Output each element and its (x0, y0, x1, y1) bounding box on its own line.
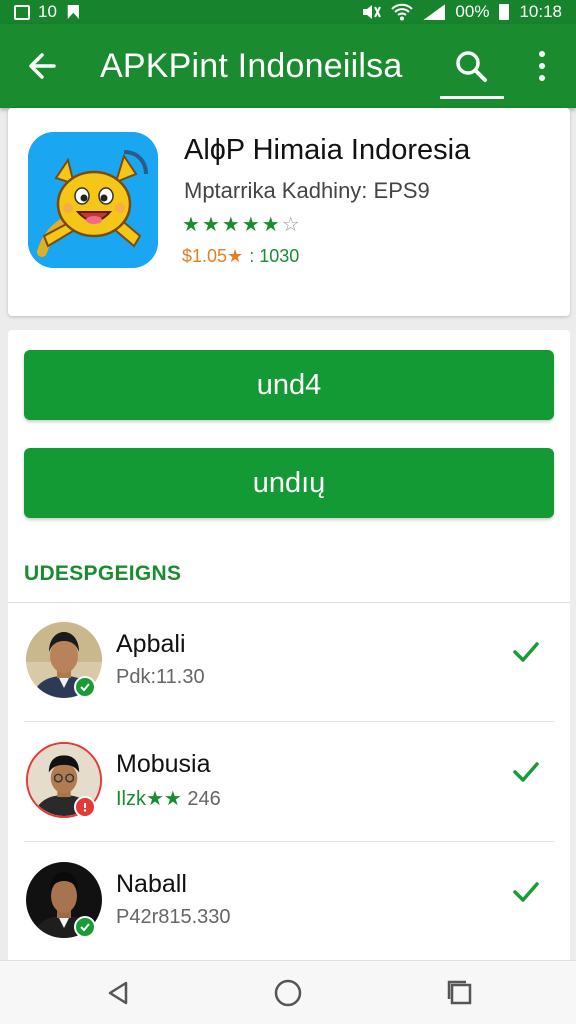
toolbar: APKPint Indoneiilsa (0, 24, 576, 108)
list-item[interactable]: Apbali Pdk:11.30 (8, 604, 570, 722)
star-filled-icon: ★ (221, 214, 240, 236)
nav-recents-button[interactable] (440, 973, 480, 1013)
notification-icon (14, 4, 30, 20)
arrow-left-icon (29, 53, 56, 79)
check-button[interactable] (508, 874, 544, 910)
star-filled-icon: ★ (261, 214, 280, 236)
square-recents-icon (447, 980, 472, 1005)
main-card: und4 undıų UDESPGEIGNS Apbali Pdk:11.30 (8, 330, 570, 970)
check-icon (513, 642, 539, 662)
star-filled-icon: ★ (201, 214, 220, 236)
status-time: 10:18 (519, 2, 562, 21)
app-price: $1.05★ (182, 246, 244, 266)
app-meta: $1.05★: 1030 (182, 246, 299, 267)
star-empty-icon: ☆ (281, 214, 300, 236)
status-left-text: 10 (38, 2, 57, 21)
search-underline (440, 96, 504, 99)
list-item-name: Mobusia (116, 750, 211, 778)
list-item-subtitle: Pdk:11.30 (116, 666, 205, 689)
check-button[interactable] (508, 754, 544, 790)
primary-action-button[interactable]: und4 (24, 350, 554, 420)
nav-back-button[interactable] (98, 973, 138, 1013)
signal-icon (423, 4, 446, 20)
status-left: 10 (14, 2, 79, 22)
divider (24, 721, 554, 722)
app-card: AlɸP Himaia Indoresia Mptarrika Kadhiny:… (8, 108, 570, 316)
check-small-icon (80, 683, 90, 692)
nav-home-button[interactable] (268, 973, 308, 1013)
star-filled-icon: ★ (182, 214, 200, 236)
flag-icon (67, 5, 79, 19)
list-item-sub-green: Ilzk★★ (116, 788, 182, 810)
more-options-button[interactable] (520, 24, 564, 108)
list-item-sub-text: 246 (181, 788, 221, 810)
list-item-subtitle: Ilzk★★ 246 (116, 786, 221, 811)
check-icon (513, 762, 539, 782)
dot-icon (539, 51, 545, 57)
check-button[interactable] (508, 634, 544, 670)
app-name: AlɸP Himaia Indoresia (184, 134, 471, 166)
list-item-subtitle: P42r815.330 (116, 906, 231, 929)
app-developer[interactable]: Mptarrika Kadhiny: EPS9 (184, 178, 430, 204)
list-item-sub-text: P42r815.330 (116, 906, 231, 928)
list-item[interactable]: Naball P42r815.330 (8, 844, 570, 962)
mute-icon (363, 5, 382, 19)
battery-percent: 00% (455, 2, 490, 21)
status-right: 00% 10:18 (361, 2, 562, 22)
list-item-name: Apbali (116, 630, 186, 658)
search-icon (456, 51, 487, 82)
dot-icon (539, 75, 545, 81)
dot-icon (539, 63, 545, 69)
navigation-bar (0, 960, 576, 1024)
star-filled-icon: ★ (241, 214, 260, 236)
toolbar-title: APKPint Indoneiilsa (100, 46, 403, 85)
alert-small-icon (83, 803, 87, 812)
section-heading: UDESPGEIGNS (24, 562, 182, 585)
list-item-sub-text: Pdk:11.30 (116, 666, 205, 688)
wifi-icon (391, 3, 414, 21)
circle-home-icon (274, 979, 302, 1007)
back-button[interactable] (0, 24, 84, 108)
battery-icon (499, 4, 510, 20)
divider (8, 602, 570, 603)
cartoon-cat-icon (28, 132, 158, 268)
divider (24, 841, 554, 842)
status-badge (74, 796, 96, 818)
status-badge (74, 676, 96, 698)
app-count: : 1030 (249, 246, 300, 266)
triangle-back-icon (108, 981, 128, 1005)
check-icon (513, 882, 539, 902)
app-icon[interactable] (28, 132, 158, 268)
status-bar: 10 00% 10:18 (0, 0, 576, 24)
secondary-action-button[interactable]: undıų (24, 448, 554, 518)
status-badge (74, 916, 96, 938)
app-rating-stars: ★ ★ ★ ★ ★ ☆ (182, 214, 300, 236)
list-item-name: Naball (116, 870, 187, 898)
list-item[interactable]: Mobusia Ilzk★★ 246 (8, 724, 570, 842)
check-small-icon (80, 923, 90, 932)
